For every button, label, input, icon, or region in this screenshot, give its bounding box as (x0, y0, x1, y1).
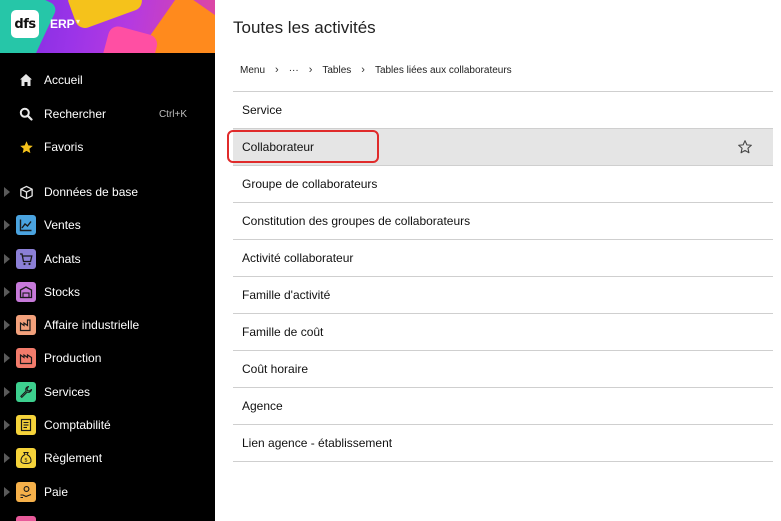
expand-arrow-icon[interactable] (4, 187, 10, 197)
home-icon (16, 70, 36, 90)
sidebar-item-label: Achats (44, 252, 81, 266)
main-panel: Toutes les activités Menu › ··· › Tables… (215, 0, 781, 521)
sidebar-item-label: Règlement (44, 451, 103, 465)
expand-arrow-icon[interactable] (4, 353, 10, 363)
expand-arrow-icon[interactable] (4, 387, 10, 397)
list-item[interactable]: Coût horaire (233, 351, 773, 388)
warehouse-icon (16, 282, 36, 302)
list-item-label: Famille de coût (242, 325, 324, 339)
expand-arrow-icon[interactable] (4, 453, 10, 463)
sidebar-item-label: Rechercher (44, 107, 107, 121)
expand-arrow-icon[interactable] (4, 320, 10, 330)
sidebar-item-label: Paie (44, 485, 69, 499)
chevron-right-icon: › (275, 64, 279, 76)
sidebar-item-label: Comptabilité (44, 418, 111, 432)
expand-arrow-icon[interactable] (4, 420, 10, 430)
sidebar-item-accueil[interactable]: Accueil (0, 65, 215, 95)
sidebar-item-label: Ventes (44, 218, 81, 232)
app-switcher[interactable]: ERP (50, 17, 75, 31)
sidebar-item-label: Données de base (44, 185, 139, 199)
list-item[interactable]: Famille d'activité (233, 277, 773, 314)
favorite-star-icon[interactable] (737, 139, 753, 155)
list-item-label: Coût horaire (242, 362, 309, 376)
ledger-icon (16, 415, 36, 435)
chevron-right-icon: › (361, 64, 365, 76)
sidebar-item-comptabilite[interactable]: Comptabilité (0, 410, 215, 440)
list-item-label: Agence (242, 399, 283, 413)
sidebar-item-paie[interactable]: Paie (0, 477, 215, 507)
list-item-label: Famille d'activité (242, 288, 331, 302)
expand-arrow-icon[interactable] (4, 220, 10, 230)
sidebar-item-services[interactable]: Services (0, 377, 215, 407)
sidebar-item-label: Production (44, 351, 102, 365)
breadcrumb-menu[interactable]: Menu (240, 65, 265, 76)
factory-icon (16, 315, 36, 335)
svg-text:$: $ (24, 458, 28, 464)
chevron-right-icon: › (308, 64, 313, 76)
expand-arrow-icon[interactable] (4, 254, 10, 264)
expand-arrow-icon[interactable] (4, 287, 10, 297)
list-item[interactable]: Agence (233, 388, 773, 425)
money-bag-icon: $ (16, 448, 36, 468)
sidebar-item-affaire-industrielle[interactable]: Affaire industrielle (0, 310, 215, 340)
sidebar-item-ventes[interactable]: Ventes (0, 210, 215, 240)
breadcrumb-ellipsis[interactable]: ··· (289, 65, 299, 76)
app-logo[interactable]: dfs (11, 10, 39, 38)
list-item-label: Service (242, 103, 283, 117)
caret-down-icon[interactable]: ▾ (76, 17, 80, 26)
breadcrumb-current: Tables liées aux collaborateurs (374, 64, 512, 76)
sidebar-item-label: Accueil (44, 73, 83, 87)
list-item-label: Constitution des groupes de collaborateu… (242, 214, 471, 228)
app-header: dfs ERP ▾ (0, 0, 215, 53)
selection-highlight-box (227, 130, 379, 163)
expand-arrow-icon[interactable] (4, 487, 10, 497)
list-item-label: Lien agence - établissement (242, 436, 393, 450)
production-icon (16, 348, 36, 368)
sidebar-item-partial[interactable] (0, 511, 215, 521)
keyboard-shortcut: Ctrl+K (158, 108, 187, 120)
sidebar-item-label: Affaire industrielle (44, 318, 140, 332)
list-item[interactable]: Lien agence - établissement (233, 425, 773, 462)
chart-line-icon (16, 215, 36, 235)
breadcrumb: Menu › ··· › Tables › Tables liées aux c… (240, 64, 512, 76)
sidebar-item-production[interactable]: Production (0, 343, 215, 373)
list-item-label: Groupe de collaborateurs (242, 177, 378, 191)
sidebar: dfs ERP ▾ Accueil Rechercher Ctrl+K Favo… (0, 0, 215, 521)
module-icon (16, 516, 36, 521)
cart-icon (16, 249, 36, 269)
cube-icon (16, 182, 36, 202)
sidebar-item-label: Services (44, 385, 91, 399)
sidebar-item-achats[interactable]: Achats (0, 244, 215, 274)
page-title: Toutes les activités (233, 18, 376, 37)
hand-coin-icon (16, 482, 36, 502)
sidebar-item-donnees-de-base[interactable]: Données de base (0, 177, 215, 207)
wrench-icon (16, 382, 36, 402)
breadcrumb-tables[interactable]: Tables (322, 65, 351, 76)
sidebar-item-stocks[interactable]: Stocks (0, 277, 215, 307)
search-icon (16, 104, 36, 124)
list-item[interactable]: Service (233, 92, 773, 129)
list-item[interactable]: Constitution des groupes de collaborateu… (233, 203, 773, 240)
list-item[interactable]: Famille de coût (233, 314, 773, 351)
star-icon (16, 137, 36, 157)
list-item[interactable]: Activité collaborateur (233, 240, 773, 277)
list-item[interactable]: Groupe de collaborateurs (233, 166, 773, 203)
list-item-label: Activité collaborateur (242, 251, 354, 265)
sidebar-item-favoris[interactable]: Favoris (0, 132, 215, 162)
sidebar-item-label: Stocks (44, 285, 81, 299)
sidebar-item-label: Favoris (44, 140, 84, 154)
sidebar-item-reglement[interactable]: $ Règlement (0, 443, 215, 473)
sidebar-item-rechercher[interactable]: Rechercher Ctrl+K (0, 99, 215, 129)
